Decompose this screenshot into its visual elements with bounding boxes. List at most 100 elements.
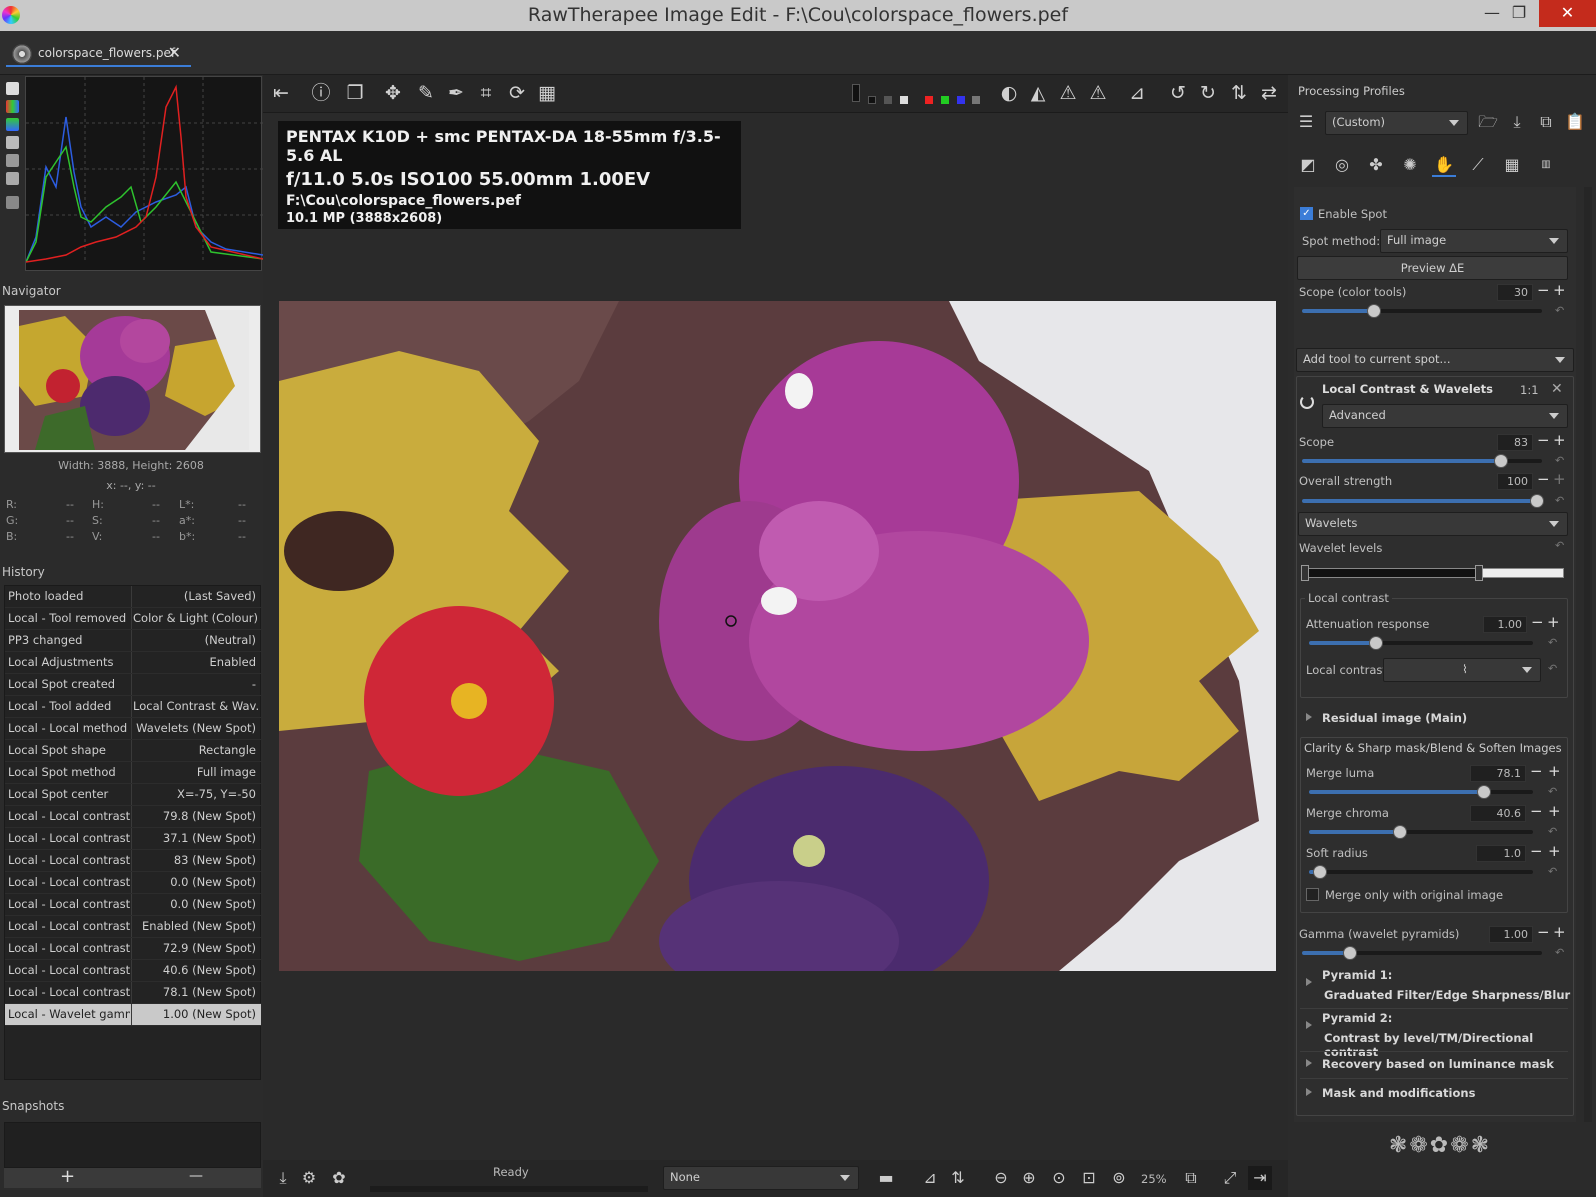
lcw-close-icon[interactable]: ✕: [1551, 381, 1563, 397]
decrement-icon[interactable]: −: [1530, 803, 1543, 819]
tab-color-icon[interactable]: ✤: [1364, 153, 1388, 177]
slider-knob[interactable]: [1343, 946, 1357, 960]
flip-horizontal-icon[interactable]: ⇄: [1256, 80, 1282, 106]
history-row[interactable]: Local Spot shape Rectangle: [5, 740, 261, 762]
tab-exposure-icon[interactable]: ◩: [1296, 153, 1320, 177]
zoom-fit-crop-icon[interactable]: ⊡: [1077, 1166, 1101, 1190]
histogram-luma-icon[interactable]: [6, 82, 19, 95]
recovery-expander[interactable]: Recovery based on luminance mask: [1306, 1057, 1554, 1071]
highlight-warning-icon[interactable]: ⚠: [1085, 80, 1111, 106]
reset-icon[interactable]: ↶: [1555, 494, 1564, 507]
crop-icon[interactable]: ⌗: [473, 80, 499, 106]
queue-icon[interactable]: ⚙: [297, 1166, 321, 1190]
wavelet-levels-range[interactable]: [1301, 565, 1564, 581]
gamma-slider[interactable]: [1302, 946, 1542, 960]
save-icon[interactable]: ⤓: [271, 1166, 295, 1190]
attenuation-spin[interactable]: 1.00 − +: [1483, 614, 1561, 633]
history-row[interactable]: Local - Local contrast ... 0.0 (New Spot): [5, 872, 261, 894]
tab-details-icon[interactable]: ◎: [1330, 153, 1354, 177]
history-row[interactable]: PP3 changed (Neutral): [5, 630, 261, 652]
editor-icon[interactable]: ✿: [327, 1166, 351, 1190]
soft-radius-spin[interactable]: 1.0 − +: [1476, 843, 1562, 862]
history-row[interactable]: Local Spot method Full image: [5, 762, 261, 784]
scope-spin[interactable]: 83 − +: [1497, 432, 1567, 451]
zoom-in-icon[interactable]: ⊕: [1017, 1166, 1041, 1190]
rotate-left-icon[interactable]: ↺: [1165, 80, 1191, 106]
decrement-icon[interactable]: −: [1537, 924, 1550, 940]
slider-knob[interactable]: [1494, 454, 1508, 468]
close-button[interactable]: ✕: [1539, 0, 1596, 27]
focus-mask-icon[interactable]: ◐: [996, 80, 1022, 106]
channel-green-icon[interactable]: [941, 96, 949, 104]
profile-list-icon[interactable]: ☰: [1294, 110, 1318, 134]
color-scope-spin[interactable]: 30 − +: [1497, 282, 1567, 301]
tab-close-icon[interactable]: ✕: [168, 39, 181, 67]
reset-icon[interactable]: ↶: [1555, 539, 1564, 552]
histogram-scope-icon[interactable]: [6, 172, 19, 185]
enable-spot-checkbox[interactable]: ✓: [1300, 207, 1313, 220]
strength-spin[interactable]: 100 − +: [1497, 471, 1567, 490]
merge-chroma-value[interactable]: 40.6: [1470, 805, 1526, 822]
gamma-value[interactable]: 1.00: [1489, 926, 1533, 943]
range-handle-right[interactable]: [1475, 565, 1483, 581]
decrement-icon[interactable]: −: [1531, 614, 1544, 630]
history-row[interactable]: Local - Local contrast Enabled (New Spot): [5, 916, 261, 938]
reset-icon[interactable]: ↶: [1548, 636, 1557, 649]
straighten-icon[interactable]: ⟳: [504, 80, 530, 106]
channel-dark-icon[interactable]: [868, 96, 876, 104]
slider-knob[interactable]: [1313, 865, 1327, 879]
slider-knob[interactable]: [1530, 494, 1544, 508]
tab-meta-icon[interactable]: ▥: [1534, 153, 1558, 177]
channel-red-icon[interactable]: [925, 96, 933, 104]
copy-profile-icon[interactable]: ⧉: [1534, 110, 1558, 134]
info-icon[interactable]: ⓘ: [308, 80, 334, 106]
decrement-icon[interactable]: −: [1530, 843, 1543, 859]
history-row[interactable]: Local - Local contrast ... 78.1 (New Spot…: [5, 982, 261, 1004]
increment-icon[interactable]: +: [1548, 763, 1561, 779]
slider-knob[interactable]: [1393, 825, 1407, 839]
profile-combo[interactable]: (Custom): [1325, 111, 1468, 135]
color-scope-slider[interactable]: [1302, 304, 1542, 318]
pyramid1-expander[interactable]: Pyramid 1: Graduated Filter/Edge Sharpne…: [1306, 968, 1572, 1002]
zoom-100-icon[interactable]: ⊚: [1107, 1166, 1131, 1190]
clipped-shadows-icon[interactable]: ◭: [1025, 80, 1051, 106]
hide-right-panel-icon[interactable]: ⇥: [1248, 1166, 1272, 1190]
fullscreen-icon[interactable]: ⤢: [1218, 1166, 1242, 1190]
channel-blue-icon[interactable]: [957, 96, 965, 104]
decrement-icon[interactable]: −: [1537, 432, 1550, 448]
channel-gray-icon[interactable]: [884, 96, 892, 104]
reset-icon[interactable]: ↶: [1548, 865, 1557, 878]
paste-profile-icon[interactable]: 📋: [1563, 110, 1587, 134]
merge-luma-spin[interactable]: 78.1 − +: [1470, 763, 1562, 782]
color-picker-icon[interactable]: ✒: [443, 80, 469, 106]
merge-chroma-slider[interactable]: [1309, 825, 1533, 839]
strength-value[interactable]: 100: [1497, 473, 1533, 490]
white-balance-picker-icon[interactable]: ✎: [413, 80, 439, 106]
hand-tool-icon[interactable]: ✥: [380, 80, 406, 106]
spot-method-select[interactable]: Full image: [1380, 229, 1568, 253]
reset-icon[interactable]: ↶: [1555, 454, 1564, 467]
channel-luma-icon[interactable]: [972, 96, 980, 104]
mask-expander[interactable]: Mask and modifications: [1306, 1086, 1475, 1100]
history-row[interactable]: Local - Local contrast ... 37.1 (New Spot…: [5, 828, 261, 850]
histogram-raw-icon[interactable]: [6, 136, 19, 149]
history-row[interactable]: Local - Tool added Local Contrast & Wav..…: [5, 696, 261, 718]
history-row[interactable]: Local - Local contrast ... 83 (New Spot): [5, 850, 261, 872]
tab-transform-icon[interactable]: ⟋: [1466, 153, 1490, 177]
increment-icon[interactable]: +: [1553, 924, 1566, 940]
open-profile-icon[interactable]: 🗁: [1476, 110, 1500, 134]
soft-radius-slider[interactable]: [1309, 865, 1533, 879]
tab-image[interactable]: colorspace_flowers.pef ✕: [6, 39, 191, 67]
merge-only-checkbox[interactable]: [1306, 888, 1319, 901]
history-row[interactable]: Local Spot created -: [5, 674, 261, 696]
histogram-mode-icon[interactable]: [6, 154, 19, 167]
perspective-icon[interactable]: ▦: [534, 80, 560, 106]
new-detail-window-icon[interactable]: ⧉: [1179, 1166, 1203, 1190]
attenuation-slider[interactable]: [1309, 636, 1533, 650]
tab-local-icon[interactable]: ✋: [1432, 153, 1456, 177]
reset-icon[interactable]: ↶: [1548, 662, 1557, 675]
profile-select[interactable]: None: [663, 1166, 859, 1190]
residual-expander[interactable]: Residual image (Main): [1306, 711, 1467, 725]
slider-knob[interactable]: [1369, 636, 1383, 650]
wavelets-select[interactable]: Wavelets: [1298, 512, 1568, 536]
